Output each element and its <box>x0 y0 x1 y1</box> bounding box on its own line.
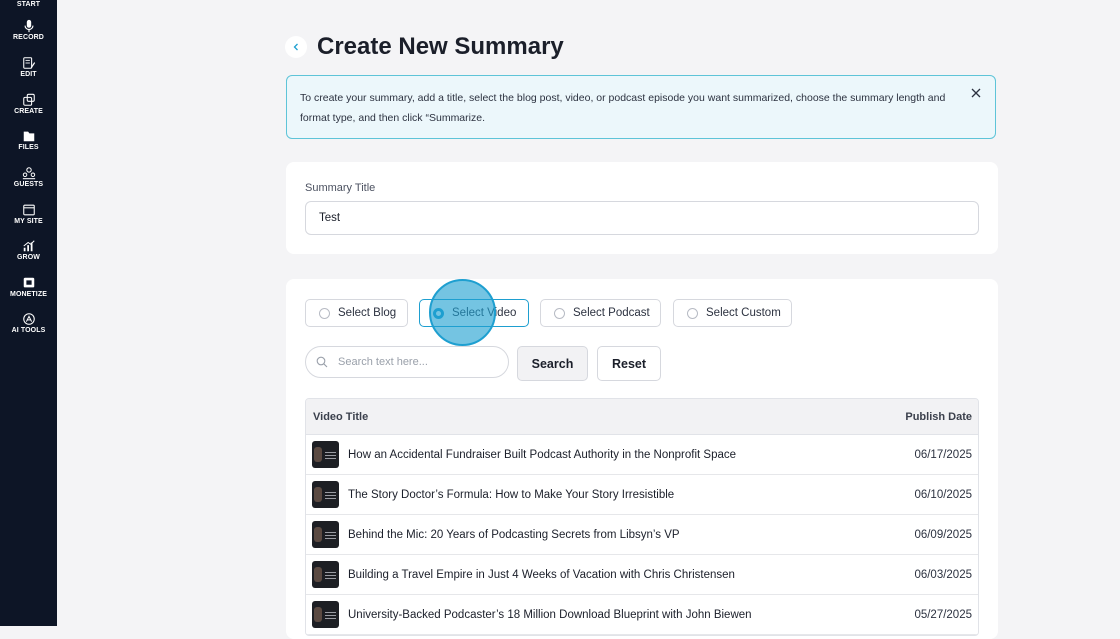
video-title: The Story Doctor’s Formula: How to Make … <box>348 488 675 501</box>
reset-button[interactable]: Reset <box>597 346 661 381</box>
table-row[interactable]: The Story Doctor’s Formula: How to Make … <box>306 475 978 515</box>
select-podcast-label: Select Podcast <box>573 307 650 319</box>
sidebar-item-ai-tools[interactable]: AI TOOLS <box>0 312 57 334</box>
summary-title-card: Summary Title <box>286 162 998 254</box>
sidebar-item-create[interactable]: CREATE <box>0 93 57 115</box>
back-button[interactable] <box>285 36 307 58</box>
sidebar-item-guests[interactable]: GUESTS <box>0 166 57 188</box>
video-thumbnail <box>312 561 339 588</box>
select-custom-option[interactable]: Select Custom <box>673 299 792 327</box>
sidebar-item-label: CREATE <box>14 108 43 115</box>
sidebar-item-label: MY SITE <box>14 218 43 225</box>
guests-icon <box>22 167 35 180</box>
sidebar-item-edit[interactable]: EDIT <box>0 56 57 78</box>
video-title: Behind the Mic: 20 Years of Podcasting S… <box>348 528 680 541</box>
video-thumbnail <box>312 441 339 468</box>
summary-title-label: Summary Title <box>305 182 376 194</box>
publish-date: 06/10/2025 <box>914 488 972 501</box>
sidebar-item-monetize[interactable]: MONETIZE <box>0 276 57 298</box>
search-input[interactable] <box>336 355 508 369</box>
browser-icon <box>22 204 35 216</box>
table-row[interactable]: Building a Travel Empire in Just 4 Weeks… <box>306 555 978 595</box>
sidebar-item-files[interactable]: FILES <box>0 129 57 151</box>
column-header-publish-date: Publish Date <box>905 410 972 423</box>
video-thumbnail <box>312 521 339 548</box>
search-field[interactable] <box>305 346 509 378</box>
video-thumbnail <box>312 601 339 628</box>
publish-date: 06/03/2025 <box>914 568 972 581</box>
files-icon <box>23 131 34 142</box>
column-header-video-title: Video Title <box>313 410 369 423</box>
sidebar-item-start[interactable]: START <box>0 0 57 8</box>
search-icon <box>316 356 328 368</box>
table-row[interactable]: University-Backed Podcaster’s 18 Million… <box>306 595 978 635</box>
video-title: Building a Travel Empire in Just 4 Weeks… <box>348 568 735 581</box>
edit-icon <box>22 57 35 69</box>
table-row[interactable]: How an Accidental Fundraiser Built Podca… <box>306 435 978 475</box>
summary-title-input[interactable] <box>305 201 979 235</box>
video-title: How an Accidental Fundraiser Built Podca… <box>348 448 737 461</box>
publish-date: 06/09/2025 <box>914 528 972 541</box>
sidebar-item-grow[interactable]: GROW <box>0 239 57 261</box>
select-blog-option[interactable]: Select Blog <box>305 299 408 327</box>
microphone-icon <box>23 19 34 33</box>
select-custom-label: Select Custom <box>706 307 781 319</box>
page-title: Create New Summary <box>317 33 564 60</box>
sidebar-item-label: FILES <box>18 144 39 151</box>
video-table: Video Title Publish Date How an Accident… <box>305 398 979 636</box>
sidebar-item-label: START <box>16 1 41 8</box>
create-icon <box>22 93 35 106</box>
close-icon[interactable] <box>969 86 983 100</box>
sidebar-item-label: RECORD <box>13 34 44 41</box>
select-video-label: Select Video <box>452 307 517 319</box>
sidebar-item-label: GROW <box>17 254 40 261</box>
radio-button-selected[interactable] <box>433 307 444 319</box>
select-blog-label: Select Blog <box>338 307 397 319</box>
radio-button[interactable] <box>554 307 565 319</box>
source-selection-card: Select Blog Select Video Select Podcast … <box>286 279 998 639</box>
publish-date: 05/27/2025 <box>914 608 972 621</box>
search-button[interactable]: Search <box>517 346 588 381</box>
monetize-icon <box>23 277 34 288</box>
radio-button[interactable] <box>319 307 330 319</box>
radio-button[interactable] <box>687 307 698 319</box>
publish-date: 06/17/2025 <box>914 448 972 461</box>
info-banner: To create your summary, add a title, sel… <box>286 75 996 139</box>
sidebar-item-label: GUESTS <box>13 181 44 188</box>
video-thumbnail <box>312 481 339 508</box>
select-video-option[interactable]: Select Video <box>419 299 529 327</box>
sidebar-item-label: EDIT <box>20 71 37 78</box>
table-row[interactable]: Behind the Mic: 20 Years of Podcasting S… <box>306 515 978 555</box>
video-title: University-Backed Podcaster’s 18 Million… <box>348 608 752 621</box>
info-banner-text: To create your summary, add a title, sel… <box>300 92 946 124</box>
table-header: Video Title Publish Date <box>306 399 978 435</box>
sidebar: START RECORD EDIT CREATE FILES GUESTS MY… <box>0 0 57 626</box>
sidebar-item-record[interactable]: RECORD <box>0 19 57 41</box>
chevron-left-icon <box>293 43 298 51</box>
chart-icon <box>22 240 35 252</box>
sidebar-item-label: MONETIZE <box>10 291 47 298</box>
sidebar-item-label: AI TOOLS <box>11 327 46 334</box>
select-podcast-option[interactable]: Select Podcast <box>540 299 661 327</box>
ai-tools-icon <box>22 313 35 325</box>
sidebar-item-my-site[interactable]: MY SITE <box>0 203 57 225</box>
